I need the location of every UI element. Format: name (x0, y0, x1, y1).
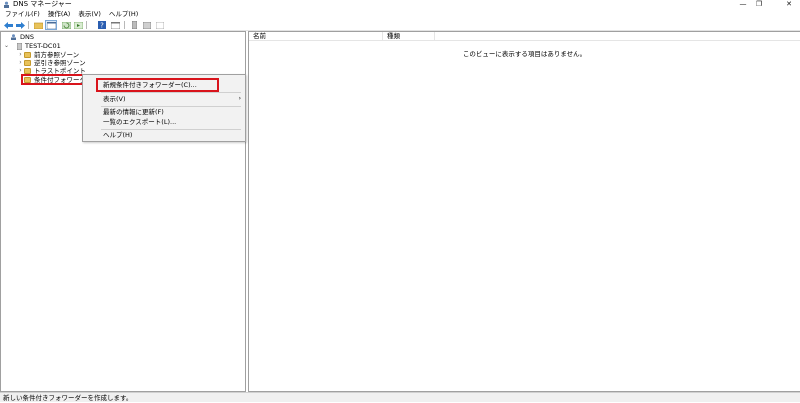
submenu-arrow-icon: › (238, 95, 241, 102)
tree-item-dns[interactable]: DNS (3, 33, 34, 41)
menu-item-help[interactable]: ヘルプ(H) (83, 130, 245, 140)
toolbar-separator (28, 21, 29, 29)
show-console-tree-icon[interactable] (45, 20, 57, 30)
folder-up-icon[interactable] (33, 20, 43, 30)
forward-arrow-icon[interactable] (15, 20, 25, 30)
chevron-right-icon[interactable]: › (17, 51, 24, 59)
back-arrow-icon[interactable] (3, 20, 13, 30)
menu-item-export-list[interactable]: 一覧のエクスポート(L)... (83, 117, 245, 127)
dns-manager-window: DNS マネージャー — ❐ ✕ ファイル(F) 操作(A) 表示(V) ヘルプ… (0, 0, 800, 402)
record-icon[interactable] (155, 20, 165, 30)
menu-item-view[interactable]: 表示(V) › (83, 94, 245, 104)
svg-text:?: ? (100, 22, 104, 30)
server-icon[interactable] (129, 20, 139, 30)
refresh-icon[interactable] (61, 20, 71, 30)
tree-label-server: TEST-DC01 (25, 42, 61, 50)
maximize-button[interactable]: ❐ (752, 0, 766, 9)
window-title: DNS マネージャー (13, 0, 72, 8)
tree-label-dns: DNS (20, 33, 34, 41)
minimize-button[interactable]: — (736, 0, 750, 9)
zone-icon[interactable] (142, 20, 152, 30)
chevron-right-icon[interactable]: › (17, 59, 24, 67)
folder-icon (24, 52, 31, 58)
help-icon[interactable]: ? (97, 20, 107, 30)
empty-list-message: このビューに表示する項目はありません。 (462, 50, 587, 58)
tree-item-forward-zones[interactable]: › 前方参照ゾーン (17, 51, 79, 59)
tree-item-server[interactable]: ⌄ TEST-DC01 (3, 42, 61, 50)
menu-item-refresh[interactable]: 最新の情報に更新(F) (83, 107, 245, 117)
column-type[interactable]: 種類 (383, 32, 435, 41)
highlight-box-menu (96, 78, 219, 92)
server-icon (17, 42, 22, 50)
results-pane: 名前 種類 このビューに表示する項目はありません。 (248, 31, 800, 392)
menu-file[interactable]: ファイル(F) (0, 9, 44, 19)
menu-bar: ファイル(F) 操作(A) 表示(V) ヘルプ(H) (0, 9, 800, 19)
column-header: 名前 種類 (249, 32, 800, 41)
dns-app-icon (4, 1, 9, 8)
toolbar-separator (124, 21, 125, 29)
tree-item-reverse-zones[interactable]: › 逆引き参照ゾーン (17, 59, 85, 67)
menu-action[interactable]: 操作(A) (44, 9, 75, 19)
menu-help[interactable]: ヘルプ(H) (105, 9, 142, 19)
folder-icon (24, 60, 31, 66)
column-name[interactable]: 名前 (249, 32, 383, 41)
export-list-icon[interactable] (73, 20, 83, 30)
menu-separator (101, 92, 241, 93)
menu-view[interactable]: 表示(V) (74, 9, 105, 19)
toolbar: ? (0, 19, 800, 31)
status-bar: 新しい条件付きフォワーダーを作成します。 (0, 392, 800, 402)
highlight-box-tree (21, 74, 90, 85)
chevron-down-icon[interactable]: ⌄ (3, 42, 10, 50)
title-bar: DNS マネージャー — ❐ ✕ (0, 0, 800, 9)
context-menu: 新規条件付きフォワーダー(C)... 表示(V) › 最新の情報に更新(F) 一… (82, 74, 246, 142)
properties-icon[interactable] (110, 20, 120, 30)
close-button[interactable]: ✕ (782, 0, 796, 9)
toolbar-separator (86, 21, 87, 29)
dns-root-icon (11, 34, 16, 40)
